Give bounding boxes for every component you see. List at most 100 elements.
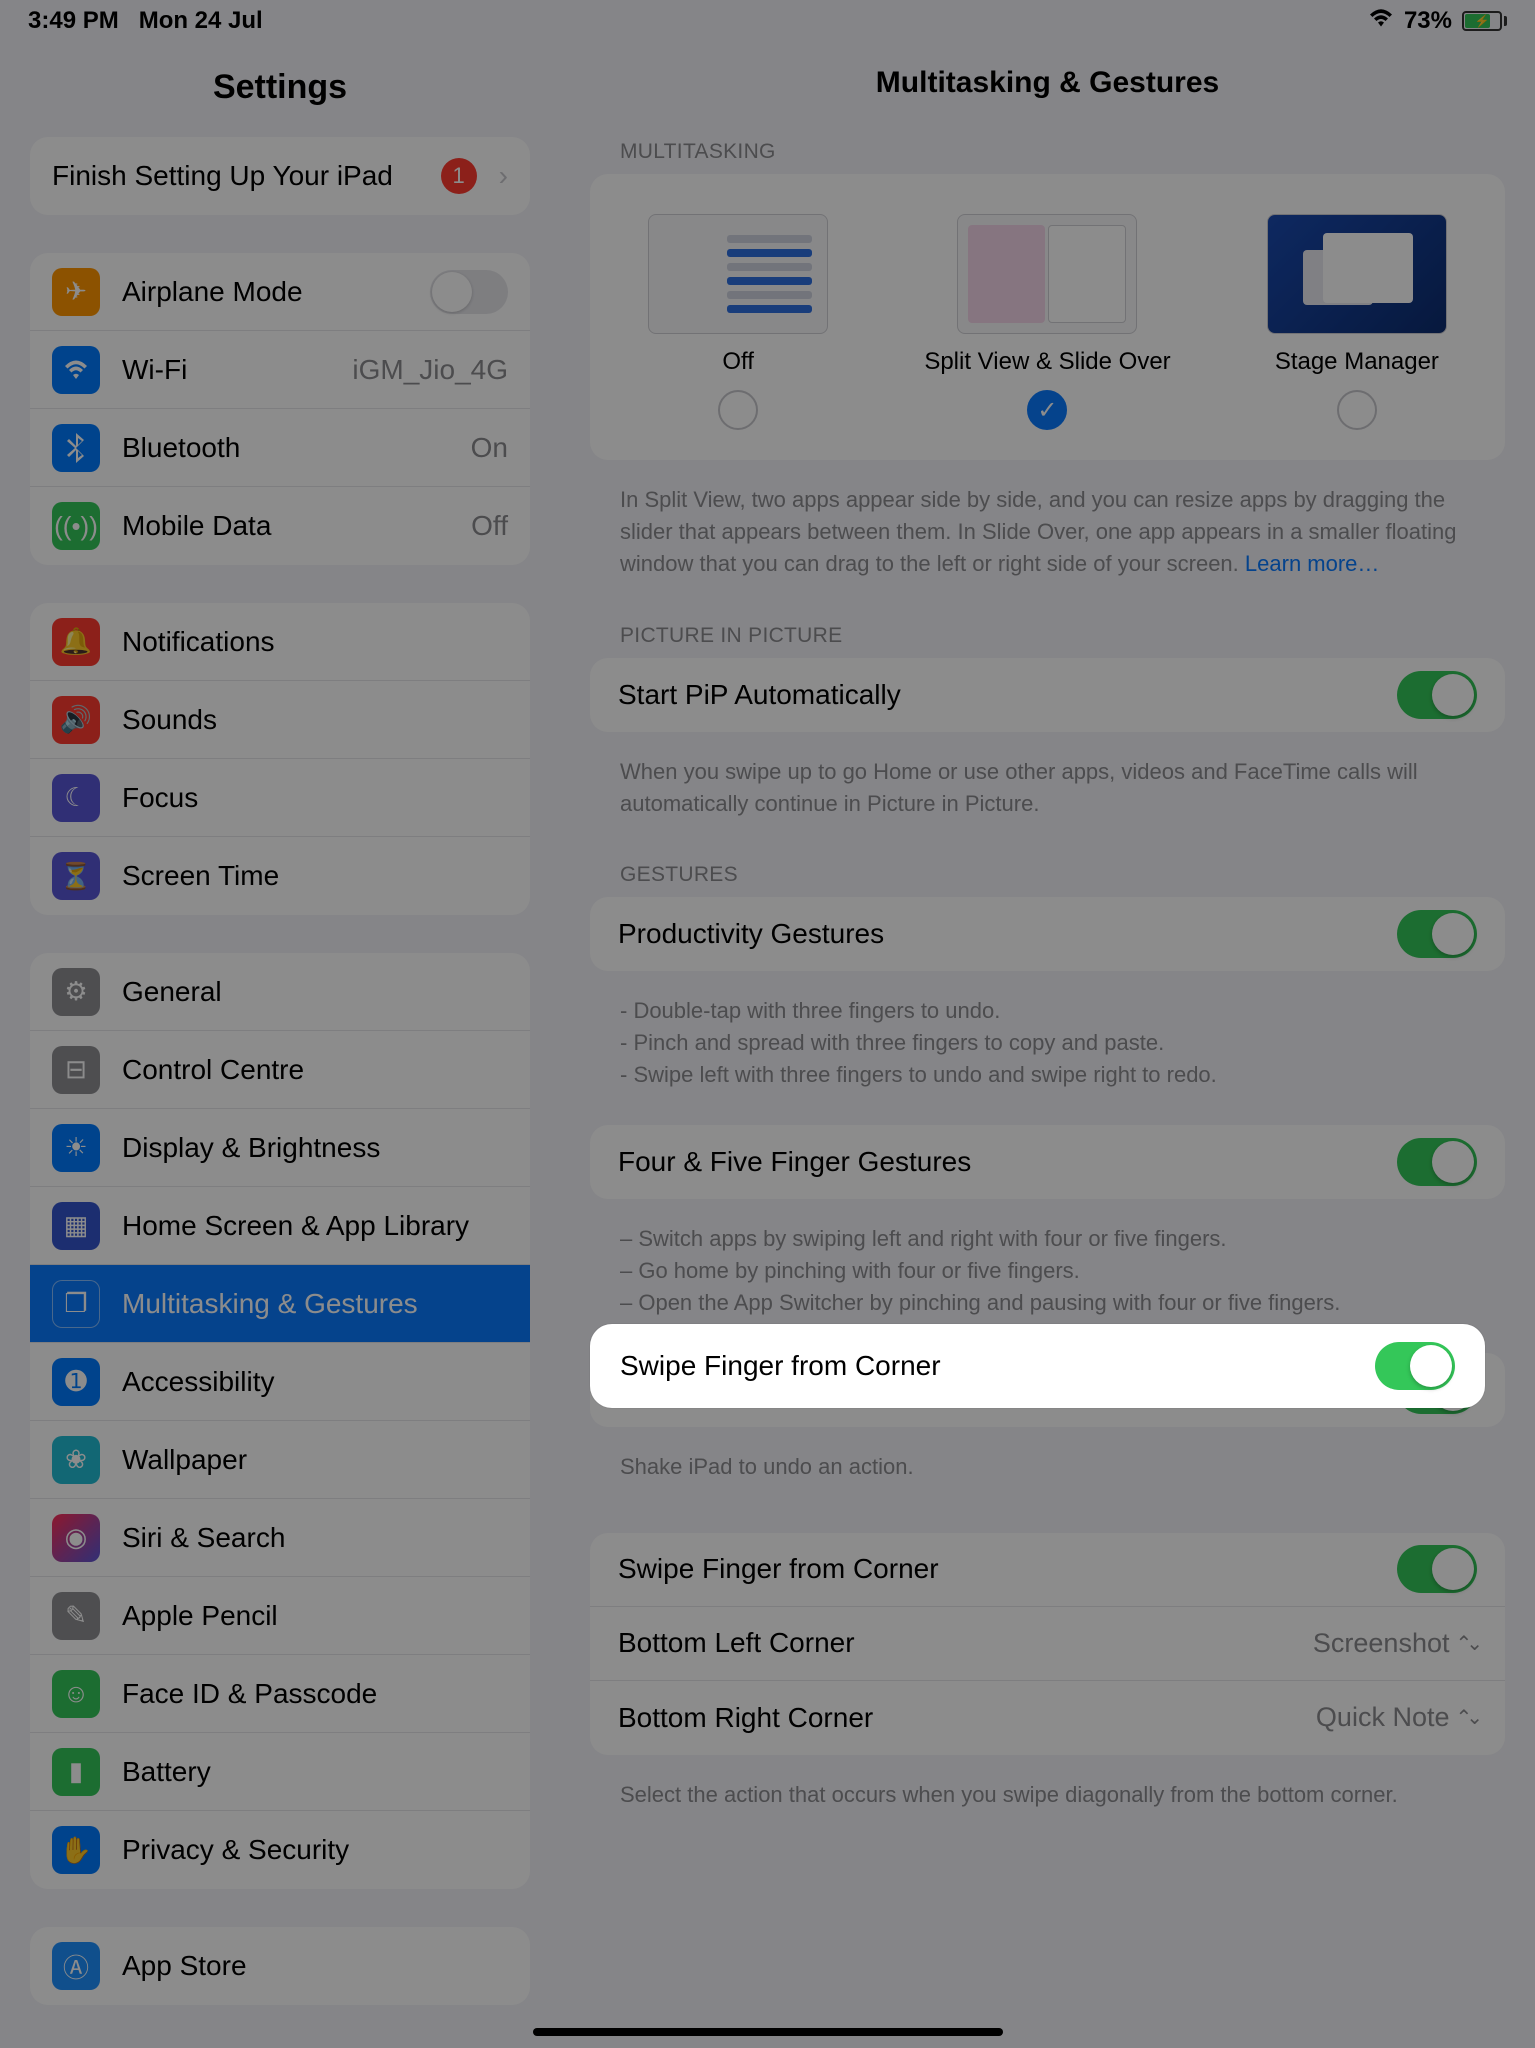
opt-off-label: Off — [722, 348, 754, 376]
appstore-row[interactable]: ⒶApp Store — [30, 1927, 530, 2005]
gear-icon: ⚙ — [52, 968, 100, 1016]
siri-label: Siri & Search — [122, 1522, 508, 1554]
faceid-row[interactable]: ☺Face ID & Passcode — [30, 1655, 530, 1733]
swipe-corner-toggle[interactable] — [1397, 1545, 1477, 1593]
home-screen-row[interactable]: ▦ Home Screen & App Library — [30, 1187, 530, 1265]
focus-row[interactable]: ☾Focus — [30, 759, 530, 837]
bluetooth-value: On — [471, 432, 508, 464]
opt-stage[interactable]: Stage Manager — [1267, 214, 1447, 430]
productivity-footer: - Double-tap with three fingers to undo.… — [590, 981, 1505, 1091]
section-gestures: GESTURES — [590, 853, 1505, 897]
pip-toggle[interactable] — [1397, 671, 1477, 719]
wallpaper-row[interactable]: ❀Wallpaper — [30, 1421, 530, 1499]
wallpaper-icon: ❀ — [52, 1436, 100, 1484]
bottom-right-value: Quick Note ⌃⌄ — [1316, 1702, 1477, 1733]
multitask-footer: In Split View, two apps appear side by s… — [590, 470, 1505, 580]
bottom-right-label: Bottom Right Corner — [618, 1702, 873, 1734]
home-indicator[interactable] — [533, 2028, 1003, 2036]
bottom-right-row[interactable]: Bottom Right Corner Quick Note ⌃⌄ — [590, 1681, 1505, 1755]
finish-setup-row[interactable]: Finish Setting Up Your iPad 1 › — [30, 137, 530, 215]
airplane-label: Airplane Mode — [122, 276, 408, 308]
general-row[interactable]: ⚙General — [30, 953, 530, 1031]
bluetooth-icon — [52, 424, 100, 472]
display-row[interactable]: ☀ Display & Brightness — [30, 1109, 530, 1187]
opt-off-radio[interactable] — [718, 390, 758, 430]
mobile-data-row[interactable]: ((•)) Mobile Data Off — [30, 487, 530, 565]
pencil-row[interactable]: ✎Apple Pencil — [30, 1577, 530, 1655]
airplane-row[interactable]: ✈ Airplane Mode — [30, 253, 530, 331]
multitask-label: Multitasking & Gestures — [122, 1288, 508, 1320]
battery-icon: ⚡ — [1462, 11, 1507, 31]
swipe-corner-label: Swipe Finger from Corner — [618, 1553, 939, 1585]
appstore-label: App Store — [122, 1950, 508, 1982]
bluetooth-row[interactable]: Bluetooth On — [30, 409, 530, 487]
opt-stage-preview — [1267, 214, 1447, 334]
opt-split-radio[interactable]: ✓ — [1027, 390, 1067, 430]
wifi-label: Wi-Fi — [122, 354, 330, 386]
sidebar: Settings Finish Setting Up Your iPad 1 ›… — [0, 42, 560, 2048]
control-centre-row[interactable]: ⊟Control Centre — [30, 1031, 530, 1109]
display-label: Display & Brightness — [122, 1132, 508, 1164]
brightness-icon: ☀ — [52, 1124, 100, 1172]
swipe-footer: Select the action that occurs when you s… — [590, 1765, 1505, 1811]
bluetooth-label: Bluetooth — [122, 432, 449, 464]
swipe-corner-toggle-hl[interactable] — [1375, 1342, 1455, 1390]
productivity-toggle[interactable] — [1397, 910, 1477, 958]
accessibility-label: Accessibility — [122, 1366, 508, 1398]
four-finger-footer: – Switch apps by swiping left and right … — [590, 1209, 1505, 1319]
status-bar: 3:49 PM Mon 24 Jul 73% ⚡ — [0, 0, 1535, 42]
switches-icon: ⊟ — [52, 1046, 100, 1094]
airplane-icon: ✈ — [52, 268, 100, 316]
opt-split[interactable]: Split View & Slide Over ✓ — [924, 214, 1170, 430]
privacy-label: Privacy & Security — [122, 1834, 508, 1866]
mobile-label: Mobile Data — [122, 510, 449, 542]
productivity-label: Productivity Gestures — [618, 918, 884, 950]
sounds-row[interactable]: 🔊Sounds — [30, 681, 530, 759]
wifi-icon — [1368, 7, 1394, 35]
sidebar-title: Settings — [30, 54, 530, 137]
home-label: Home Screen & App Library — [122, 1210, 508, 1242]
bell-icon: 🔔 — [52, 618, 100, 666]
grid-icon: ▦ — [52, 1202, 100, 1250]
opt-stage-radio[interactable] — [1337, 390, 1377, 430]
accessibility-icon: ➊ — [52, 1358, 100, 1406]
shake-footer: Shake iPad to undo an action. — [590, 1437, 1505, 1483]
bottom-left-label: Bottom Left Corner — [618, 1627, 855, 1659]
battery-row[interactable]: ▮Battery — [30, 1733, 530, 1811]
status-date: Mon 24 Jul — [139, 7, 263, 35]
battery-pct: 73% — [1404, 7, 1452, 35]
pip-footer: When you swipe up to go Home or use othe… — [590, 742, 1505, 820]
chevron-right-icon: › — [499, 160, 508, 192]
wifi-value: iGM_Jio_4G — [352, 354, 508, 386]
airplane-toggle[interactable] — [430, 270, 508, 314]
section-pip: PICTURE IN PICTURE — [590, 614, 1505, 658]
multitask-icon: ❐ — [52, 1280, 100, 1328]
speaker-icon: 🔊 — [52, 696, 100, 744]
privacy-row[interactable]: ✋Privacy & Security — [30, 1811, 530, 1889]
wifi-row[interactable]: Wi-Fi iGM_Jio_4G — [30, 331, 530, 409]
status-time: 3:49 PM — [28, 7, 119, 35]
updown-icon: ⌃⌄ — [1455, 1705, 1477, 1730]
pip-row[interactable]: Start PiP Automatically — [590, 658, 1505, 732]
opt-split-label: Split View & Slide Over — [924, 348, 1170, 376]
accessibility-row[interactable]: ➊ Accessibility — [30, 1343, 530, 1421]
four-finger-row[interactable]: Four & Five Finger Gestures — [590, 1125, 1505, 1199]
learn-more-link[interactable]: Learn more… — [1245, 551, 1380, 576]
focus-label: Focus — [122, 782, 508, 814]
screentime-row[interactable]: ⏳Screen Time — [30, 837, 530, 915]
swipe-corner-row[interactable]: Swipe Finger from Corner — [590, 1533, 1505, 1607]
finish-setup-badge: 1 — [441, 158, 477, 194]
battery-row-icon: ▮ — [52, 1748, 100, 1796]
updown-icon: ⌃⌄ — [1455, 1631, 1477, 1656]
siri-row[interactable]: ◉Siri & Search — [30, 1499, 530, 1577]
notifications-row[interactable]: 🔔Notifications — [30, 603, 530, 681]
finish-setup-label: Finish Setting Up Your iPad — [52, 160, 419, 192]
opt-off[interactable]: Off — [648, 214, 828, 430]
four-finger-toggle[interactable] — [1397, 1138, 1477, 1186]
hourglass-icon: ⏳ — [52, 852, 100, 900]
multitasking-row[interactable]: ❐ Multitasking & Gestures — [30, 1265, 530, 1343]
mobile-value: Off — [471, 510, 508, 542]
productivity-row[interactable]: Productivity Gestures — [590, 897, 1505, 971]
bottom-left-row[interactable]: Bottom Left Corner Screenshot ⌃⌄ — [590, 1607, 1505, 1681]
swipe-corner-highlight[interactable]: Swipe Finger from Corner — [590, 1324, 1485, 1408]
